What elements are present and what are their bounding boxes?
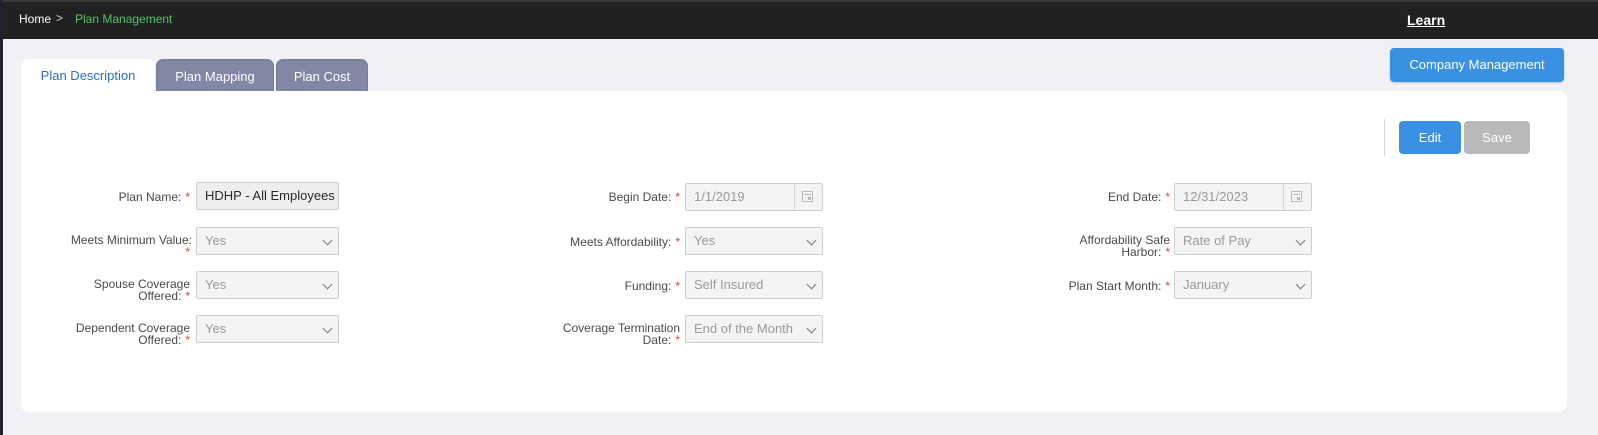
funding-select[interactable]: Self Insured: [685, 271, 823, 299]
affordability-safe-harbor-label: Affordability Safe Harbor: *: [1010, 234, 1171, 259]
plan-start-month-select[interactable]: January: [1174, 271, 1312, 299]
chevron-down-icon: [322, 279, 333, 290]
dependent-coverage-label: Dependent Coverage Offered: *: [30, 322, 190, 346]
required-marker: *: [1165, 245, 1170, 259]
calendar-icon: [802, 191, 813, 202]
chevron-down-icon: [806, 235, 817, 246]
end-date-label: End Date: *: [1010, 191, 1170, 203]
funding-selected: Self Insured: [694, 277, 764, 292]
required-marker: *: [1165, 279, 1170, 293]
save-button[interactable]: Save: [1464, 121, 1530, 154]
chevron-down-icon: [1295, 235, 1306, 246]
plan-name-value: HDHP - All Employees: [205, 188, 335, 203]
breadcrumb-current-page: Plan Management: [75, 12, 173, 26]
dependent-coverage-select[interactable]: Yes: [196, 315, 339, 343]
spouse-coverage-select[interactable]: Yes: [196, 271, 339, 299]
tab-plan-description[interactable]: Plan Description: [21, 59, 155, 92]
affordability-safe-harbor-label-line2: Harbor:: [1121, 245, 1162, 259]
plan-start-month-label-text: Plan Start Month:: [1068, 279, 1162, 293]
plan-name-label: Plan Name: *: [60, 191, 190, 203]
meets-affordability-label-text: Meets Affordability:: [570, 235, 672, 249]
required-marker: *: [675, 190, 680, 204]
begin-date-label-text: Begin Date:: [608, 190, 672, 204]
required-marker: *: [1165, 190, 1170, 204]
required-marker: *: [185, 245, 190, 259]
meets-affordability-select[interactable]: Yes: [685, 227, 823, 255]
required-marker: *: [675, 235, 680, 249]
chevron-down-icon: [322, 323, 333, 334]
coverage-termination-label: Coverage Termination Date: *: [520, 322, 680, 346]
chevron-down-icon: [806, 323, 817, 334]
plan-name-label-text: Plan Name:: [118, 190, 182, 204]
begin-date-value: 1/1/2019: [694, 189, 745, 204]
affordability-safe-harbor-select[interactable]: Rate of Pay: [1174, 227, 1312, 255]
end-date-value: 12/31/2023: [1183, 189, 1249, 204]
meets-minimum-value-label-text: Meets Minimum Value:: [70, 233, 192, 247]
chevron-down-icon: [1295, 279, 1306, 290]
end-date-label-text: End Date:: [1107, 190, 1162, 204]
funding-label: Funding: *: [520, 280, 680, 292]
plan-start-month-selected: January: [1183, 277, 1230, 292]
coverage-termination-label-line2: Date:: [642, 333, 672, 347]
affordability-safe-harbor-selected: Rate of Pay: [1183, 233, 1251, 248]
spouse-coverage-label-line2: Offered:: [138, 289, 182, 303]
funding-label-text: Funding:: [624, 279, 672, 293]
meets-affordability-label: Meets Affordability: *: [520, 236, 680, 248]
begin-date-input[interactable]: 1/1/2019: [685, 183, 823, 211]
required-marker: *: [185, 190, 190, 204]
company-management-button[interactable]: Company Management: [1390, 48, 1564, 82]
plan-name-input[interactable]: HDHP - All Employees: [196, 182, 339, 210]
toolbar-divider: [1384, 119, 1385, 156]
chevron-right-icon: >: [56, 11, 64, 25]
required-marker: *: [675, 333, 680, 347]
plan-start-month-label: Plan Start Month: *: [1010, 280, 1170, 292]
top-navigation-bar: Home > Plan Management Learn: [3, 0, 1598, 39]
coverage-termination-selected: End of the Month: [694, 321, 794, 336]
meets-affordability-selected: Yes: [694, 233, 716, 248]
chevron-down-icon: [806, 279, 817, 290]
required-marker: *: [185, 333, 190, 347]
meets-minimum-value-label: Meets Minimum Value: *: [30, 234, 192, 258]
begin-date-label: Begin Date: *: [520, 191, 680, 203]
required-marker: *: [675, 279, 680, 293]
end-date-picker-button[interactable]: [1283, 184, 1311, 210]
tab-plan-cost[interactable]: Plan Cost: [276, 59, 368, 92]
edit-button[interactable]: Edit: [1399, 121, 1461, 154]
coverage-termination-select[interactable]: End of the Month: [685, 315, 823, 343]
dependent-coverage-label-line2: Offered:: [138, 333, 182, 347]
window-left-edge: [0, 0, 3, 435]
dependent-coverage-selected: Yes: [205, 321, 227, 336]
meets-minimum-value-select[interactable]: Yes: [196, 227, 339, 255]
spouse-coverage-selected: Yes: [205, 277, 227, 292]
spouse-coverage-label: Spouse Coverage Offered: *: [30, 278, 190, 302]
end-date-input[interactable]: 12/31/2023: [1174, 183, 1312, 211]
tab-plan-mapping[interactable]: Plan Mapping: [156, 59, 274, 92]
learn-link[interactable]: Learn: [1407, 12, 1445, 28]
breadcrumb-home-link[interactable]: Home: [19, 12, 51, 26]
required-marker: *: [185, 289, 190, 303]
calendar-icon: [1291, 191, 1302, 202]
chevron-down-icon: [322, 235, 333, 246]
begin-date-picker-button[interactable]: [794, 184, 822, 210]
meets-minimum-value-selected: Yes: [205, 233, 227, 248]
